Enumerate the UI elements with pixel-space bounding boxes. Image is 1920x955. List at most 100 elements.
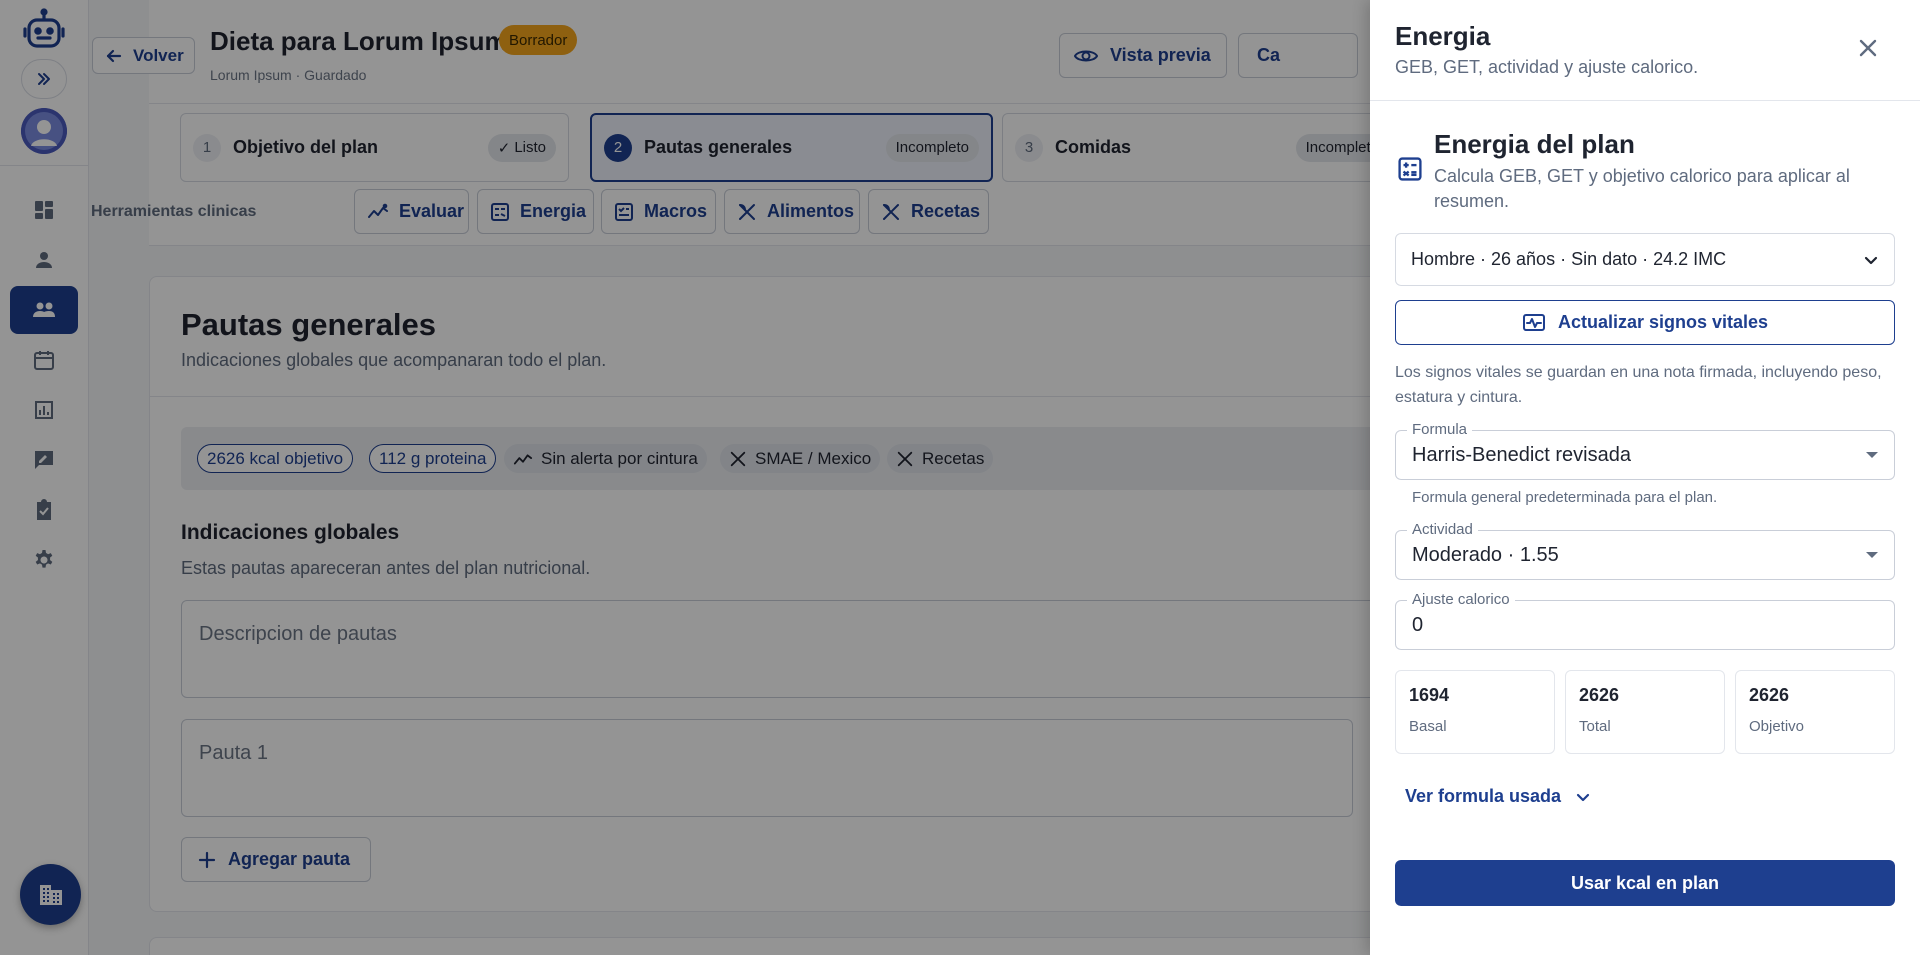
tool-energia-button[interactable]: Energia (477, 189, 594, 234)
sidebar-item-calendar[interactable] (10, 336, 78, 384)
tool-label: Energia (520, 201, 587, 221)
pauta-field[interactable]: Pauta 1 (181, 719, 1353, 817)
expand-sidebar-button[interactable] (21, 59, 67, 99)
energy-plan-title: Energia del plan (1434, 129, 1635, 159)
step-label: Comidas (1055, 137, 1132, 157)
sidebar-item-patients[interactable] (10, 286, 78, 334)
sidebar-item-messages[interactable] (10, 436, 78, 484)
sidebar-item-reports[interactable] (10, 386, 78, 434)
secondary-action-label: Ca (1257, 45, 1281, 65)
drawer-subtitle: GEB, GET, actividad y ajuste calorico. (1395, 57, 1699, 77)
tool-label: Evaluar (399, 201, 465, 221)
double-chevron-right-icon (38, 73, 50, 85)
calendar-icon (34, 351, 54, 370)
plan-title: Dieta para Lorum Ipsum (210, 26, 508, 56)
step-objetivo[interactable]: 1 Objetivo del plan ✓ Listo (180, 113, 569, 182)
sidebar-item-settings[interactable] (10, 536, 78, 584)
patient-summary-text: Hombre · 26 años · Sin dato · 24.2 IMC (1411, 249, 1727, 269)
stat-value: 2626 (1749, 685, 1790, 705)
secondary-action-button[interactable]: Ca (1238, 33, 1358, 78)
gear-icon (35, 550, 53, 568)
sidebar-nav (10, 186, 78, 586)
global-indications-title: Indicaciones globales (181, 521, 400, 544)
sidebar (0, 0, 89, 955)
arrow-left-icon (106, 49, 122, 62)
monitor-heartbeat-icon (1522, 313, 1545, 331)
sidebar-item-tasks[interactable] (10, 486, 78, 534)
calculator-icon (1397, 156, 1425, 184)
chip-waist-alert: Sin alerta por cintura (504, 444, 707, 473)
add-pauta-label: Agregar pauta (228, 849, 351, 869)
adjustment-value: 0 (1412, 613, 1424, 636)
close-icon (1859, 39, 1877, 57)
clipboard-check-icon (37, 499, 51, 520)
tool-evaluar-button[interactable]: Evaluar (354, 189, 469, 234)
tool-macros-button[interactable]: Macros (601, 189, 716, 234)
sidebar-item-patient[interactable] (10, 236, 78, 284)
chip-kcal: 2626 kcal objetivo (197, 444, 354, 473)
tool-recetas-button[interactable]: Recetas (868, 189, 989, 234)
organization-button[interactable] (20, 864, 81, 925)
stat-label: Basal (1409, 718, 1447, 735)
utensils-icon (883, 203, 899, 220)
formula-label: Formula (1407, 421, 1473, 438)
bar-chart-icon (35, 401, 53, 419)
chip-label: Sin alerta por cintura (541, 448, 698, 468)
step-comidas[interactable]: 3 Comidas Incompleto (1002, 113, 1402, 182)
chip-smae: SMAE / Mexico (720, 444, 881, 473)
activity-label: Actividad (1407, 521, 1478, 538)
plus-icon (198, 851, 216, 868)
formula-select[interactable]: Formula Harris-Benedict revisada (1395, 421, 1895, 480)
close-drawer-button[interactable] (1851, 31, 1885, 65)
adjustment-label: Ajuste calorico (1407, 591, 1515, 608)
preview-label: Vista previa (1110, 45, 1211, 65)
update-vitals-label: Actualizar signos vitales (1557, 312, 1769, 332)
step-status-label: Listo (514, 139, 546, 156)
eye-icon (1074, 50, 1098, 61)
stat-label: Objetivo (1749, 718, 1805, 735)
plan-subtitle: Lorum Ipsum · Guardado (210, 67, 367, 83)
robot-logo-icon[interactable] (21, 8, 67, 54)
preview-button[interactable]: Vista previa (1059, 33, 1227, 78)
use-kcal-button[interactable]: Usar kcal en plan (1395, 860, 1895, 906)
chevron-down-icon (1576, 793, 1590, 801)
chip-recetas: Recetas (887, 444, 994, 473)
energy-plan-subtitle: Calcula GEB, GET y objetivo calorico par… (1434, 166, 1850, 211)
activity-value: Moderado · 1.55 (1412, 543, 1559, 566)
tool-alimentos-button[interactable]: Alimentos (724, 189, 860, 234)
section-title: Pautas generales (181, 307, 437, 342)
dropdown-arrow-icon (1866, 452, 1878, 458)
stat-basal: 1694 Basal (1395, 670, 1555, 754)
stat-label: Total (1579, 718, 1611, 735)
caloric-adjustment-input[interactable]: Ajuste calorico 0 (1395, 591, 1895, 650)
view-formula-label: Ver formula usada (1405, 786, 1562, 806)
add-pauta-button[interactable]: Agregar pauta (181, 837, 371, 882)
user-avatar[interactable] (21, 108, 67, 154)
step-number: 3 (1015, 133, 1043, 162)
step-pautas[interactable]: 2 Pautas generales Incompleto (590, 113, 993, 182)
chevron-down-icon (1863, 252, 1879, 268)
drawer-title: Energia (1395, 21, 1491, 51)
utensils-icon (739, 203, 755, 220)
view-formula-link[interactable]: Ver formula usada (1405, 786, 1591, 807)
tool-label: Alimentos (767, 201, 855, 221)
update-vitals-button[interactable]: Actualizar signos vitales (1395, 300, 1895, 345)
activity-select[interactable]: Actividad Moderado · 1.55 (1395, 521, 1895, 580)
back-label: Volver (133, 45, 184, 65)
clinical-tools-label: Herramientas clinicas (91, 203, 257, 220)
step-number: 2 (604, 133, 632, 162)
formula-value: Harris-Benedict revisada (1412, 443, 1631, 466)
step-number: 1 (193, 133, 221, 162)
step-label: Pautas generales (644, 137, 793, 157)
back-button[interactable]: Volver (92, 37, 195, 74)
vitals-note: Los signos vitales se guardan en una not… (1395, 364, 1882, 406)
trend-icon (368, 203, 388, 218)
step-status: ✓ Listo (487, 133, 556, 162)
check-icon: ✓ (497, 139, 511, 157)
chip-label: SMAE / Mexico (755, 448, 872, 468)
stat-total: 2626 Total (1565, 670, 1725, 754)
status-badge: Borrador (499, 25, 578, 55)
patient-summary-select[interactable]: Hombre · 26 años · Sin dato · 24.2 IMC (1395, 233, 1895, 286)
sidebar-item-dashboard[interactable] (10, 186, 78, 234)
tool-label: Macros (644, 201, 708, 221)
